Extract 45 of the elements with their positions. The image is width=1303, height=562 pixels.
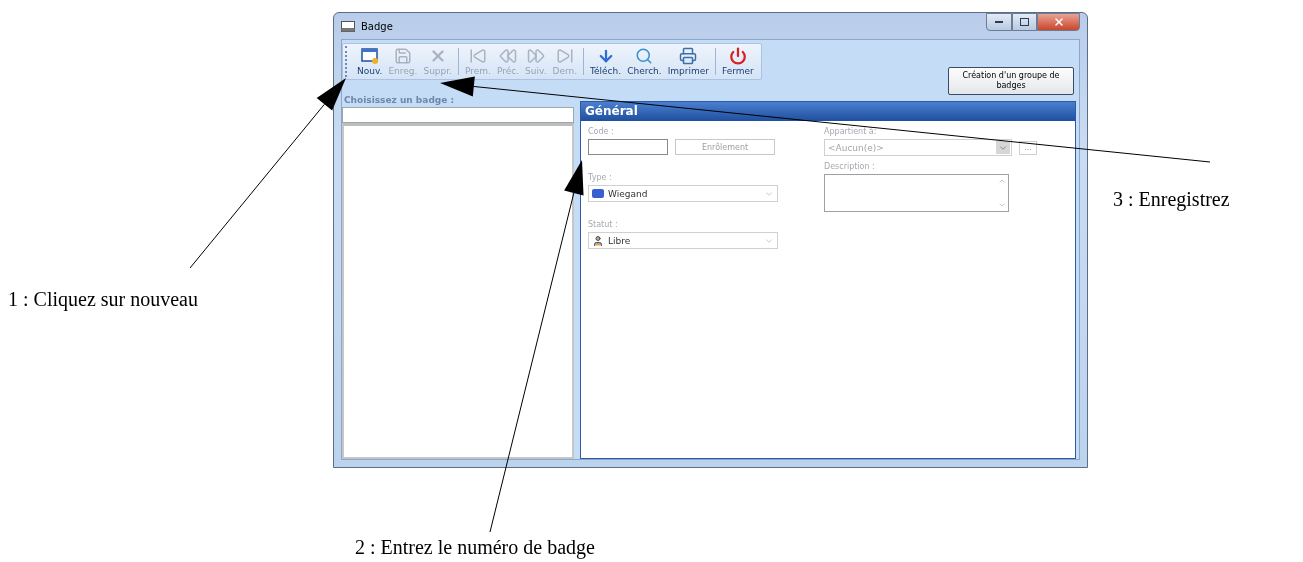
minimize-button[interactable] [986,13,1012,31]
save-icon [393,47,412,65]
fast-forward-icon [526,47,545,65]
callout-text: 2 : Entrez le numéro de badge [355,536,595,559]
power-icon [728,47,747,65]
toolbar-button[interactable]: Téléch. [587,46,625,77]
toolbar-button[interactable]: Fermer [719,46,757,77]
badge-list[interactable] [342,123,574,459]
type-dropdown[interactable]: Wiegand [588,185,778,202]
window-title: Badge [361,20,393,32]
field-label: Description : [824,162,876,172]
panel-title: Général [581,102,1075,121]
scroll-down-icon [998,201,1006,209]
maximize-button[interactable] [1012,13,1037,31]
list-label: Choisissez un badge : [344,95,456,106]
field-label: Appartient à: [824,127,878,137]
toolbar-button[interactable]: Imprimer [664,46,713,77]
printer-icon [679,47,698,65]
close-icon [1052,16,1065,28]
person-icon [592,234,604,247]
create-group-button[interactable]: Création d'un groupe de badges [948,67,1074,95]
status-dropdown[interactable]: Libre [588,232,778,249]
description-field[interactable] [824,174,1009,212]
toolbar-button[interactable]: Cherch. [624,46,665,77]
window-icon [341,20,355,32]
field-label: Type : [588,173,613,183]
first-record-icon [469,47,487,65]
browse-button[interactable]: ... [1019,140,1037,155]
field-label: Code : [588,127,615,137]
enroll-button[interactable]: Enrôlement [675,139,775,155]
filter-field[interactable] [342,107,574,123]
owner-dropdown[interactable]: <Aucun(e)> [824,139,1012,156]
toolbar-button[interactable]: Nouv. [354,46,386,77]
callout-text: 3 : Enregistrez [1113,188,1230,211]
search-icon [635,47,654,65]
code-field[interactable] [588,139,668,155]
card-icon [592,189,604,198]
minimize-icon [995,20,1003,24]
field-label: Statut : [588,220,619,230]
last-record-icon [555,47,574,65]
rewind-icon [499,47,518,65]
scroll-up-icon [998,177,1006,185]
new-window-icon [360,47,379,65]
callout-text: 1 : Cliquez sur nouveau [8,288,198,311]
maximize-icon [1020,18,1029,26]
